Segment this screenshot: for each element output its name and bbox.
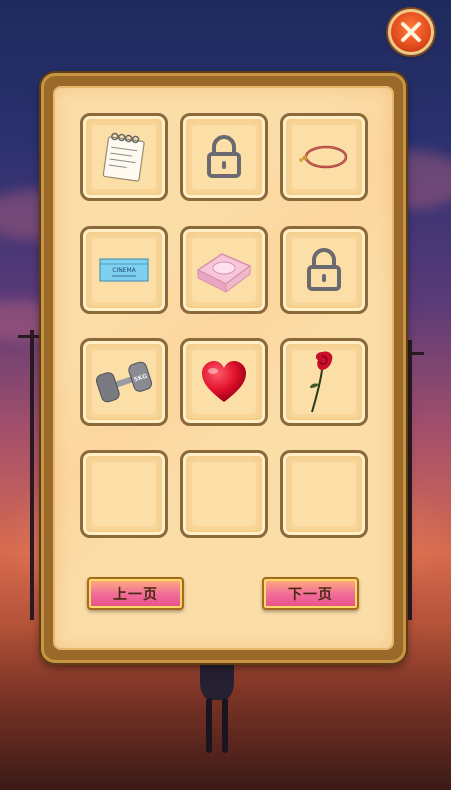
- inventory-slot-bracelet[interactable]: [280, 113, 368, 201]
- next-page-button[interactable]: 下一页: [262, 577, 359, 610]
- dumbbell-icon: 5KG: [96, 361, 152, 403]
- inventory-slot-locked-2[interactable]: [280, 226, 368, 314]
- inventory-slot-heart[interactable]: [180, 338, 268, 426]
- inventory-slot-dumbbell[interactable]: 5KG: [80, 338, 168, 426]
- prev-page-button[interactable]: 上一页: [87, 577, 184, 610]
- next-page-label: 下一页: [288, 586, 333, 603]
- bracelet-icon: [299, 145, 348, 169]
- inventory-slot-empty-3[interactable]: [280, 450, 368, 538]
- heart-icon: [202, 361, 246, 402]
- close-icon: [401, 22, 421, 42]
- inventory-slot-cinema-ticket[interactable]: CINEMA: [80, 226, 168, 314]
- soap-icon: [196, 253, 252, 293]
- inventory-slot-soap[interactable]: [180, 226, 268, 314]
- lock-icon: [307, 248, 341, 291]
- inventory-slot-empty-1[interactable]: [80, 450, 168, 538]
- close-button[interactable]: [388, 9, 434, 55]
- inventory-slot-locked-1[interactable]: [180, 113, 268, 201]
- notepad-icon: [102, 132, 145, 182]
- inventory-slot-notepad[interactable]: [80, 113, 168, 201]
- prev-page-label: 上一页: [113, 586, 158, 603]
- rose-icon: [310, 351, 333, 413]
- ticket-text: CINEMA: [112, 267, 136, 274]
- inventory-slot-rose[interactable]: [280, 338, 368, 426]
- ticket-icon: CINEMA: [99, 258, 149, 282]
- lock-icon: [207, 135, 241, 178]
- inventory-slot-empty-2[interactable]: [180, 450, 268, 538]
